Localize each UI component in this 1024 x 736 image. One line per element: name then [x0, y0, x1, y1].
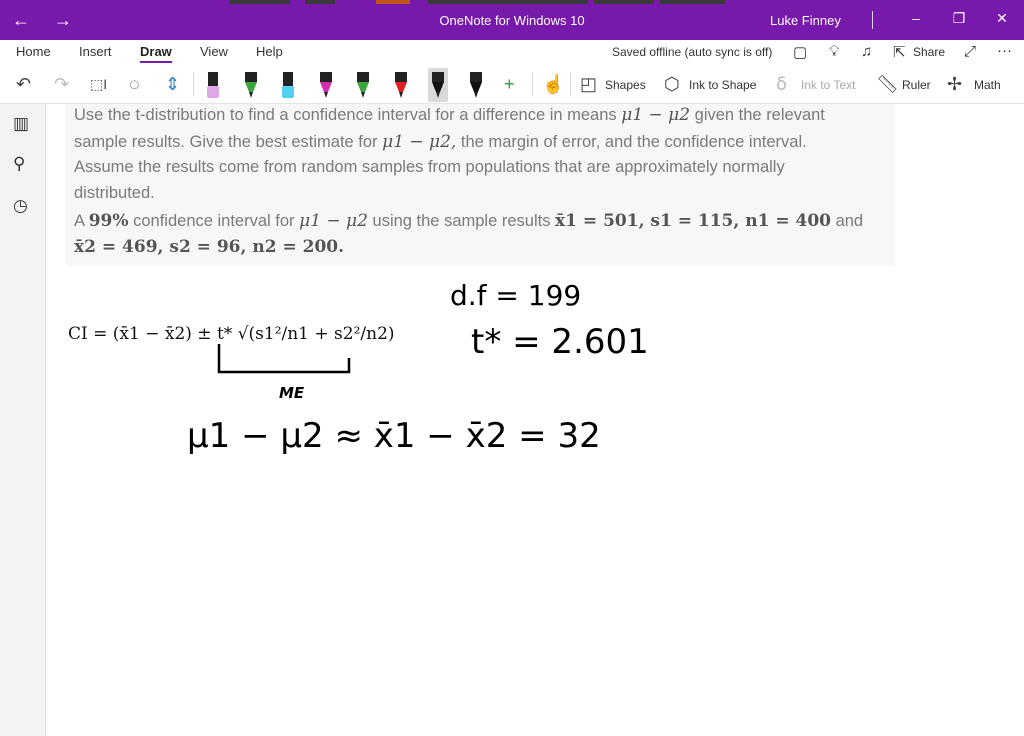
point-estimate-note: μ1 − μ2 ≈ x̄1 − x̄2 = 32	[187, 416, 601, 456]
me-label: ME	[279, 384, 305, 402]
tab-draw[interactable]: Draw	[140, 44, 172, 63]
lightbulb-icon[interactable]: 💡︎	[829, 43, 840, 60]
question-line: Use the t-distribution to find a confide…	[74, 105, 825, 125]
question-text: Use the t-distribution to find a confide…	[74, 106, 617, 124]
search-icon[interactable]: ⚲	[13, 154, 25, 174]
question-text: and	[835, 212, 864, 230]
add-space-icon[interactable]: ⇕	[165, 74, 180, 95]
draw-toolbar: ↶ ↷ ⬚I ◌ ⇕ + ☝ ◰ Shapes ⬡ Ink to Shape ẟ…	[0, 66, 1024, 104]
shapes-button[interactable]: Shapes	[605, 78, 646, 92]
ink-to-text-button[interactable]: Ink to Text	[801, 78, 855, 92]
share-icon[interactable]: ⇱	[893, 43, 906, 61]
highlighter-pink-icon[interactable]	[203, 68, 223, 102]
question-line: Assume the results come from random samp…	[74, 158, 785, 176]
ruler-icon[interactable]: 📏︎	[876, 74, 899, 95]
ink-to-shape-button[interactable]: Ink to Shape	[689, 78, 756, 92]
taskbar-strip	[428, 0, 588, 4]
math-icon[interactable]: ✢	[947, 74, 962, 95]
touch-draw-icon[interactable]: ☝	[542, 74, 564, 95]
add-pen-icon[interactable]: +	[504, 74, 515, 95]
share-button[interactable]: Share	[913, 45, 945, 59]
shapes-icon[interactable]: ◰	[580, 74, 597, 95]
highlighter-cyan-icon[interactable]	[278, 68, 298, 102]
math-expression: x̄2 = 469, s2 = 96, n2 = 200.	[74, 237, 345, 257]
title-separator	[872, 11, 873, 29]
sync-status: Saved offline (auto sync is off)	[612, 45, 773, 59]
taskbar-strip-active	[376, 0, 410, 4]
title-bar: ← → OneNote for Windows 10 Luke Finney –…	[0, 0, 1024, 40]
question-text: using the sample results	[372, 212, 551, 230]
type-select-icon[interactable]: ⬚I	[90, 76, 107, 93]
toolbar-separator	[532, 72, 533, 96]
restore-button[interactable]: ❐	[949, 10, 969, 27]
taskbar-strip	[660, 0, 725, 4]
question-text: the margin of error, and the confidence …	[460, 133, 807, 151]
taskbar-strip	[594, 0, 654, 4]
toolbar-separator	[570, 72, 571, 96]
bell-icon[interactable]: ♫︎	[861, 43, 872, 60]
app-title: OneNote for Windows 10	[439, 13, 585, 28]
question-text: confidence interval for	[133, 212, 295, 230]
navigation-rail: ▥ ⚲ ◷	[0, 104, 46, 736]
taskbar-strip	[305, 0, 335, 4]
undo-icon[interactable]: ↶	[16, 74, 31, 95]
question-line: distributed.	[74, 184, 155, 202]
tab-home[interactable]: Home	[16, 44, 51, 59]
taskbar-strip	[230, 0, 290, 4]
pen-magenta-icon[interactable]	[316, 68, 336, 102]
degrees-of-freedom-note: d.f = 199	[450, 279, 582, 312]
ink-to-shape-icon[interactable]: ⬡	[664, 74, 680, 95]
recent-icon[interactable]: ◷	[13, 196, 28, 216]
user-name[interactable]: Luke Finney	[770, 13, 841, 28]
lasso-select-icon[interactable]: ◌	[129, 74, 140, 95]
ruler-button[interactable]: Ruler	[902, 78, 931, 92]
math-expression: μ1 − μ2	[299, 211, 368, 231]
question-block: Use the t-distribution to find a confide…	[66, 104, 895, 266]
pen-green-1-icon[interactable]	[241, 68, 261, 102]
question-line: sample results. Give the best estimate f…	[74, 132, 807, 152]
math-expression: x̄1 = 501, s1 = 115, n1 = 400	[555, 211, 831, 231]
pen-red-icon[interactable]	[391, 68, 411, 102]
close-button[interactable]: ✕	[992, 10, 1012, 27]
question-line: A 99% confidence interval for μ1 − μ2 us…	[74, 211, 863, 231]
pen-black-selected-icon[interactable]	[428, 68, 448, 102]
question-line: x̄2 = 469, s2 = 96, n2 = 200.	[74, 237, 344, 257]
minimize-button[interactable]: –	[906, 10, 926, 26]
margin-of-error-bracket	[217, 344, 351, 374]
toolbar-separator	[193, 72, 194, 96]
tab-view[interactable]: View	[200, 44, 228, 59]
tab-help[interactable]: Help	[256, 44, 283, 59]
ink-to-text-icon[interactable]: ẟ	[776, 74, 787, 95]
math-button[interactable]: Math	[974, 78, 1001, 92]
notebooks-icon[interactable]: ▥	[13, 114, 29, 134]
tab-insert[interactable]: Insert	[79, 44, 112, 59]
redo-icon[interactable]: ↷	[54, 74, 69, 95]
question-text: A	[74, 212, 85, 230]
expand-icon[interactable]: ⤢	[964, 43, 976, 60]
math-expression: μ1 − μ2,	[382, 132, 457, 152]
t-star-note: t* = 2.601	[471, 322, 649, 362]
question-text: given the relevant	[694, 106, 825, 124]
math-expression: 99%	[88, 211, 129, 231]
pen-black-icon[interactable]	[466, 68, 486, 102]
math-expression: μ1 − μ2	[621, 105, 691, 125]
notebook-page-icon[interactable]: ▢	[793, 43, 807, 61]
pen-green-2-icon[interactable]	[353, 68, 373, 102]
question-text: sample results. Give the best estimate f…	[74, 133, 378, 151]
more-options-icon[interactable]: ···	[997, 42, 1012, 59]
page-canvas[interactable]: Use the t-distribution to find a confide…	[47, 104, 1024, 736]
